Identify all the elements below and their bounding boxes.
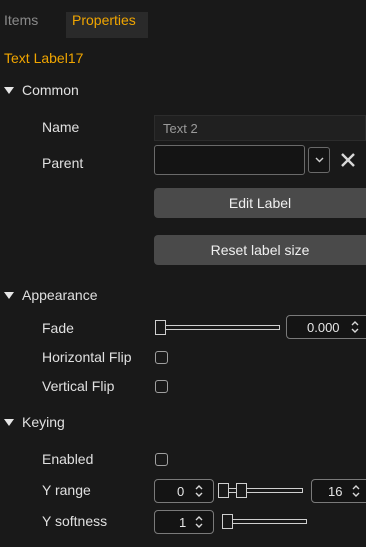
section-appearance-label: Appearance bbox=[22, 287, 98, 303]
edit-label-button[interactable]: Edit Label bbox=[154, 188, 366, 218]
tab-properties[interactable]: Properties bbox=[66, 12, 148, 38]
enabled-label: Enabled bbox=[42, 451, 94, 467]
y-range-slider-track[interactable] bbox=[218, 488, 303, 493]
fade-spinbox[interactable]: 0.000 bbox=[286, 315, 366, 339]
section-appearance-header[interactable]: Appearance bbox=[0, 283, 366, 311]
horizontal-flip-label: Horizontal Flip bbox=[42, 349, 132, 365]
y-range-min-value: 0 bbox=[177, 484, 185, 499]
parent-clear-button[interactable] bbox=[338, 150, 358, 170]
fade-value: 0.000 bbox=[307, 320, 340, 335]
section-common-header[interactable]: Common bbox=[0, 78, 366, 106]
up-down-arrows-icon[interactable] bbox=[195, 515, 203, 529]
chevron-down-icon bbox=[315, 157, 324, 163]
fade-slider-track[interactable] bbox=[160, 325, 280, 330]
y-range-max-handle[interactable] bbox=[236, 483, 247, 498]
panel-tabs: Items Properties bbox=[0, 0, 366, 38]
y-softness-label: Y softness bbox=[42, 513, 108, 529]
y-softness-spinbox[interactable]: 1 bbox=[154, 510, 214, 534]
name-field[interactable]: Text 2 bbox=[154, 115, 366, 141]
close-icon bbox=[341, 153, 355, 167]
fade-label: Fade bbox=[42, 320, 74, 336]
up-down-arrows-icon[interactable] bbox=[195, 484, 203, 498]
triangle-down-icon bbox=[4, 292, 14, 299]
parent-dropdown-button[interactable] bbox=[308, 147, 330, 173]
y-range-max-spinbox[interactable]: 16 bbox=[311, 479, 366, 503]
properties-panel: Items Properties Text Label17 Common Nam… bbox=[0, 0, 366, 547]
parent-label: Parent bbox=[42, 155, 84, 171]
tab-items[interactable]: Items bbox=[0, 12, 66, 38]
up-down-arrows-icon[interactable] bbox=[351, 320, 359, 334]
triangle-down-icon bbox=[4, 419, 14, 426]
y-softness-slider-handle[interactable] bbox=[222, 514, 233, 529]
vertical-flip-checkbox[interactable] bbox=[155, 380, 168, 393]
y-range-min-handle[interactable] bbox=[218, 483, 229, 498]
vertical-flip-label: Vertical Flip bbox=[42, 378, 115, 394]
y-range-min-spinbox[interactable]: 0 bbox=[154, 479, 214, 503]
section-common-label: Common bbox=[22, 82, 79, 98]
fade-slider-handle[interactable] bbox=[155, 320, 166, 335]
y-softness-slider-track[interactable] bbox=[222, 519, 307, 524]
enabled-checkbox[interactable] bbox=[155, 453, 168, 466]
horizontal-flip-checkbox[interactable] bbox=[155, 351, 168, 364]
y-range-label: Y range bbox=[42, 482, 91, 498]
name-label: Name bbox=[42, 119, 80, 135]
parent-combobox[interactable] bbox=[154, 145, 305, 175]
reset-label-size-button[interactable]: Reset label size bbox=[154, 235, 366, 265]
triangle-down-icon bbox=[4, 87, 14, 94]
y-range-max-value: 16 bbox=[328, 484, 343, 499]
up-down-arrows-icon[interactable] bbox=[352, 484, 360, 498]
section-keying-header[interactable]: Keying bbox=[0, 410, 366, 438]
y-softness-value: 1 bbox=[179, 515, 187, 530]
object-title: Text Label17 bbox=[4, 50, 84, 66]
section-keying-label: Keying bbox=[22, 414, 65, 430]
